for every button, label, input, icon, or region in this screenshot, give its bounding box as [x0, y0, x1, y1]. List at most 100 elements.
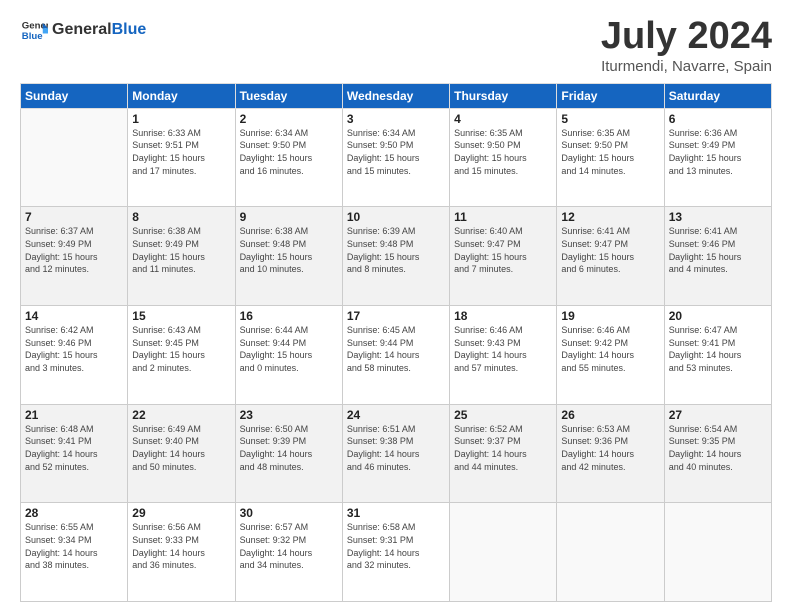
- col-saturday: Saturday: [664, 83, 771, 108]
- table-row: 15Sunrise: 6:43 AM Sunset: 9:45 PM Dayli…: [128, 306, 235, 405]
- day-info: Sunrise: 6:49 AM Sunset: 9:40 PM Dayligh…: [132, 423, 230, 473]
- day-info: Sunrise: 6:35 AM Sunset: 9:50 PM Dayligh…: [561, 127, 659, 177]
- table-row: 11Sunrise: 6:40 AM Sunset: 9:47 PM Dayli…: [450, 207, 557, 306]
- day-number: 4: [454, 112, 552, 126]
- day-info: Sunrise: 6:43 AM Sunset: 9:45 PM Dayligh…: [132, 324, 230, 374]
- day-number: 9: [240, 210, 338, 224]
- calendar-week-row: 1Sunrise: 6:33 AM Sunset: 9:51 PM Daylig…: [21, 108, 772, 207]
- table-row: 28Sunrise: 6:55 AM Sunset: 9:34 PM Dayli…: [21, 503, 128, 602]
- table-row: [21, 108, 128, 207]
- table-row: 7Sunrise: 6:37 AM Sunset: 9:49 PM Daylig…: [21, 207, 128, 306]
- col-monday: Monday: [128, 83, 235, 108]
- day-number: 7: [25, 210, 123, 224]
- calendar-page: General Blue General Blue July 2024 Itur…: [0, 0, 792, 612]
- day-number: 17: [347, 309, 445, 323]
- calendar-week-row: 28Sunrise: 6:55 AM Sunset: 9:34 PM Dayli…: [21, 503, 772, 602]
- col-sunday: Sunday: [21, 83, 128, 108]
- day-info: Sunrise: 6:46 AM Sunset: 9:43 PM Dayligh…: [454, 324, 552, 374]
- day-info: Sunrise: 6:46 AM Sunset: 9:42 PM Dayligh…: [561, 324, 659, 374]
- table-row: 31Sunrise: 6:58 AM Sunset: 9:31 PM Dayli…: [342, 503, 449, 602]
- day-info: Sunrise: 6:52 AM Sunset: 9:37 PM Dayligh…: [454, 423, 552, 473]
- table-row: 21Sunrise: 6:48 AM Sunset: 9:41 PM Dayli…: [21, 404, 128, 503]
- day-number: 27: [669, 408, 767, 422]
- day-info: Sunrise: 6:37 AM Sunset: 9:49 PM Dayligh…: [25, 225, 123, 275]
- day-number: 2: [240, 112, 338, 126]
- day-info: Sunrise: 6:48 AM Sunset: 9:41 PM Dayligh…: [25, 423, 123, 473]
- logo: General Blue General Blue: [20, 16, 146, 44]
- day-number: 26: [561, 408, 659, 422]
- day-info: Sunrise: 6:35 AM Sunset: 9:50 PM Dayligh…: [454, 127, 552, 177]
- day-info: Sunrise: 6:57 AM Sunset: 9:32 PM Dayligh…: [240, 521, 338, 571]
- table-row: 1Sunrise: 6:33 AM Sunset: 9:51 PM Daylig…: [128, 108, 235, 207]
- table-row: 12Sunrise: 6:41 AM Sunset: 9:47 PM Dayli…: [557, 207, 664, 306]
- table-row: [664, 503, 771, 602]
- day-number: 14: [25, 309, 123, 323]
- table-row: 3Sunrise: 6:34 AM Sunset: 9:50 PM Daylig…: [342, 108, 449, 207]
- table-row: 24Sunrise: 6:51 AM Sunset: 9:38 PM Dayli…: [342, 404, 449, 503]
- logo-blue: Blue: [112, 21, 147, 39]
- location-subtitle: Iturmendi, Navarre, Spain: [601, 58, 772, 75]
- day-info: Sunrise: 6:41 AM Sunset: 9:46 PM Dayligh…: [669, 225, 767, 275]
- table-row: 18Sunrise: 6:46 AM Sunset: 9:43 PM Dayli…: [450, 306, 557, 405]
- day-number: 6: [669, 112, 767, 126]
- day-info: Sunrise: 6:38 AM Sunset: 9:49 PM Dayligh…: [132, 225, 230, 275]
- col-friday: Friday: [557, 83, 664, 108]
- day-number: 15: [132, 309, 230, 323]
- table-row: [557, 503, 664, 602]
- day-info: Sunrise: 6:38 AM Sunset: 9:48 PM Dayligh…: [240, 225, 338, 275]
- calendar-week-row: 21Sunrise: 6:48 AM Sunset: 9:41 PM Dayli…: [21, 404, 772, 503]
- table-row: 9Sunrise: 6:38 AM Sunset: 9:48 PM Daylig…: [235, 207, 342, 306]
- col-thursday: Thursday: [450, 83, 557, 108]
- logo-general: General: [52, 21, 112, 39]
- calendar-week-row: 14Sunrise: 6:42 AM Sunset: 9:46 PM Dayli…: [21, 306, 772, 405]
- month-title: July 2024: [601, 16, 772, 58]
- day-info: Sunrise: 6:41 AM Sunset: 9:47 PM Dayligh…: [561, 225, 659, 275]
- calendar-table: Sunday Monday Tuesday Wednesday Thursday…: [20, 83, 772, 602]
- table-row: 17Sunrise: 6:45 AM Sunset: 9:44 PM Dayli…: [342, 306, 449, 405]
- day-info: Sunrise: 6:58 AM Sunset: 9:31 PM Dayligh…: [347, 521, 445, 571]
- day-info: Sunrise: 6:44 AM Sunset: 9:44 PM Dayligh…: [240, 324, 338, 374]
- table-row: 16Sunrise: 6:44 AM Sunset: 9:44 PM Dayli…: [235, 306, 342, 405]
- svg-text:Blue: Blue: [22, 31, 43, 42]
- day-info: Sunrise: 6:51 AM Sunset: 9:38 PM Dayligh…: [347, 423, 445, 473]
- table-row: 10Sunrise: 6:39 AM Sunset: 9:48 PM Dayli…: [342, 207, 449, 306]
- table-row: [450, 503, 557, 602]
- table-row: 4Sunrise: 6:35 AM Sunset: 9:50 PM Daylig…: [450, 108, 557, 207]
- day-number: 29: [132, 506, 230, 520]
- table-row: 20Sunrise: 6:47 AM Sunset: 9:41 PM Dayli…: [664, 306, 771, 405]
- day-number: 12: [561, 210, 659, 224]
- header: General Blue General Blue July 2024 Itur…: [20, 16, 772, 75]
- calendar-week-row: 7Sunrise: 6:37 AM Sunset: 9:49 PM Daylig…: [21, 207, 772, 306]
- day-info: Sunrise: 6:40 AM Sunset: 9:47 PM Dayligh…: [454, 225, 552, 275]
- day-info: Sunrise: 6:47 AM Sunset: 9:41 PM Dayligh…: [669, 324, 767, 374]
- day-number: 21: [25, 408, 123, 422]
- day-number: 23: [240, 408, 338, 422]
- day-number: 8: [132, 210, 230, 224]
- table-row: 13Sunrise: 6:41 AM Sunset: 9:46 PM Dayli…: [664, 207, 771, 306]
- day-info: Sunrise: 6:34 AM Sunset: 9:50 PM Dayligh…: [240, 127, 338, 177]
- day-number: 24: [347, 408, 445, 422]
- title-block: July 2024 Iturmendi, Navarre, Spain: [601, 16, 772, 75]
- table-row: 8Sunrise: 6:38 AM Sunset: 9:49 PM Daylig…: [128, 207, 235, 306]
- day-info: Sunrise: 6:42 AM Sunset: 9:46 PM Dayligh…: [25, 324, 123, 374]
- table-row: 29Sunrise: 6:56 AM Sunset: 9:33 PM Dayli…: [128, 503, 235, 602]
- day-info: Sunrise: 6:39 AM Sunset: 9:48 PM Dayligh…: [347, 225, 445, 275]
- calendar-header-row: Sunday Monday Tuesday Wednesday Thursday…: [21, 83, 772, 108]
- day-info: Sunrise: 6:54 AM Sunset: 9:35 PM Dayligh…: [669, 423, 767, 473]
- table-row: 5Sunrise: 6:35 AM Sunset: 9:50 PM Daylig…: [557, 108, 664, 207]
- day-number: 16: [240, 309, 338, 323]
- day-info: Sunrise: 6:36 AM Sunset: 9:49 PM Dayligh…: [669, 127, 767, 177]
- table-row: 2Sunrise: 6:34 AM Sunset: 9:50 PM Daylig…: [235, 108, 342, 207]
- day-number: 25: [454, 408, 552, 422]
- day-info: Sunrise: 6:33 AM Sunset: 9:51 PM Dayligh…: [132, 127, 230, 177]
- day-number: 5: [561, 112, 659, 126]
- day-info: Sunrise: 6:53 AM Sunset: 9:36 PM Dayligh…: [561, 423, 659, 473]
- table-row: 27Sunrise: 6:54 AM Sunset: 9:35 PM Dayli…: [664, 404, 771, 503]
- table-row: 30Sunrise: 6:57 AM Sunset: 9:32 PM Dayli…: [235, 503, 342, 602]
- day-number: 18: [454, 309, 552, 323]
- day-number: 13: [669, 210, 767, 224]
- col-tuesday: Tuesday: [235, 83, 342, 108]
- table-row: 6Sunrise: 6:36 AM Sunset: 9:49 PM Daylig…: [664, 108, 771, 207]
- table-row: 22Sunrise: 6:49 AM Sunset: 9:40 PM Dayli…: [128, 404, 235, 503]
- day-number: 31: [347, 506, 445, 520]
